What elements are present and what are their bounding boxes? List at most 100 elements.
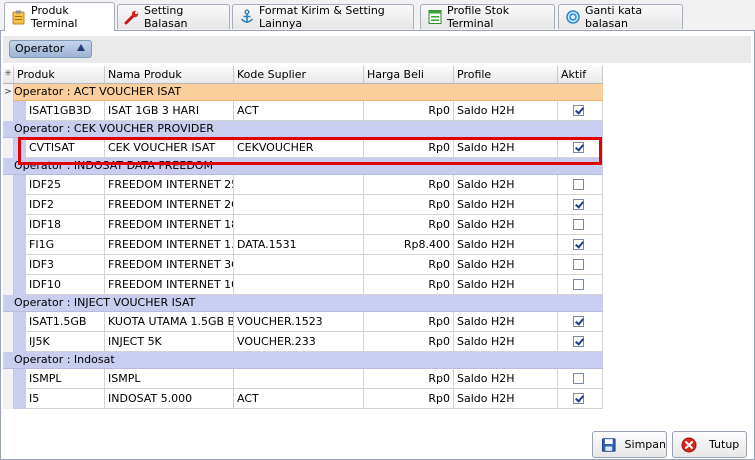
table-row[interactable]: FI1GFREEDOM INTERNET 1.5GBDATA.1531Rp8.4… (3, 235, 603, 255)
table-row[interactable]: IJ5K INJECT 5K VOUCHER.233 Rp0 Saldo H2H (3, 332, 603, 352)
row-indicator[interactable] (3, 312, 14, 332)
tab-ganti-kata-balasan[interactable]: Ganti kata balasan (558, 4, 683, 30)
cell-profile[interactable]: Saldo H2H (454, 389, 558, 409)
cell-harga-beli[interactable]: Rp0 (364, 255, 454, 275)
cell-harga-beli[interactable]: Rp0 (364, 101, 454, 121)
cell-profile[interactable]: Saldo H2H (454, 101, 558, 121)
aktif-checkbox[interactable] (573, 259, 584, 270)
cell-nama-produk[interactable]: ISAT 1GB 3 HARI (105, 101, 234, 121)
cell-kode-suplier[interactable]: VOUCHER.233 (234, 332, 364, 352)
aktif-checkbox[interactable] (573, 279, 584, 290)
aktif-checkbox[interactable] (573, 393, 584, 404)
table-row[interactable]: IDF18FREEDOM INTERNET 18GB Rp0Saldo H2H (3, 215, 603, 235)
cell-produk[interactable]: FI1G (26, 235, 105, 255)
cell-kode-suplier[interactable] (234, 255, 364, 275)
row-indicator[interactable] (3, 389, 14, 409)
table-row[interactable]: I5 INDOSAT 5.000 ACT Rp0 Saldo H2H (3, 389, 603, 409)
table-row[interactable]: IDF2 FREEDOM INTERNET 2GB Rp0 Saldo H2H (3, 195, 603, 215)
cell-kode-suplier[interactable] (234, 369, 364, 389)
row-indicator[interactable] (3, 101, 14, 121)
column-header-profile[interactable]: Profile (454, 66, 558, 84)
cell-nama-produk[interactable]: KUOTA UTAMA 1.5GB BERLAKU (105, 312, 234, 332)
cell-harga-beli[interactable]: Rp0 (364, 195, 454, 215)
column-header-kode-suplier[interactable]: Kode Suplier (234, 66, 364, 84)
cell-nama-produk[interactable]: FREEDOM INTERNET 25GB (105, 175, 234, 195)
cell-produk[interactable]: ISAT1.5GB (26, 312, 105, 332)
row-indicator[interactable] (3, 195, 14, 215)
group-by-operator-button[interactable]: Operator (9, 40, 92, 58)
group-header-row[interactable]: Operator : CEK VOUCHER PROVIDER (3, 121, 603, 138)
cell-profile[interactable]: Saldo H2H (454, 255, 558, 275)
tab-produk-terminal[interactable]: Produk Terminal (4, 2, 115, 31)
tab-format-kirim[interactable]: Format Kirim & Setting Lainnya (232, 4, 414, 30)
row-indicator[interactable] (3, 215, 14, 235)
aktif-checkbox[interactable] (573, 316, 584, 327)
cell-harga-beli[interactable]: Rp0 (364, 312, 454, 332)
cell-produk[interactable]: I5 (26, 389, 105, 409)
cell-nama-produk[interactable]: FREEDOM INTERNET 1.5GB (105, 235, 234, 255)
simpan-button[interactable]: Simpan (592, 431, 667, 458)
cell-produk[interactable]: IJ5K (26, 332, 105, 352)
cell-kode-suplier[interactable] (234, 215, 364, 235)
cell-nama-produk[interactable]: INJECT 5K (105, 332, 234, 352)
cell-produk[interactable]: IDF25 (26, 175, 105, 195)
cell-kode-suplier[interactable]: DATA.1531 (234, 235, 364, 255)
cell-produk[interactable]: IDF2 (26, 195, 105, 215)
aktif-checkbox[interactable] (573, 373, 584, 384)
cell-profile[interactable]: Saldo H2H (454, 312, 558, 332)
row-indicator[interactable] (3, 255, 14, 275)
cell-kode-suplier[interactable]: VOUCHER.1523 (234, 312, 364, 332)
column-header-nama-produk[interactable]: Nama Produk (105, 66, 234, 84)
row-indicator[interactable] (3, 332, 14, 352)
cell-harga-beli[interactable]: Rp0 (364, 275, 454, 295)
table-row[interactable]: ISAT1.5GBKUOTA UTAMA 1.5GB BERLAKUVOUCHE… (3, 312, 603, 332)
row-indicator[interactable] (3, 275, 14, 295)
cell-kode-suplier[interactable]: ACT (234, 389, 364, 409)
cell-harga-beli[interactable]: Rp8.400 (364, 235, 454, 255)
group-header-row[interactable]: Operator : Indosat (3, 352, 603, 369)
row-indicator[interactable] (3, 175, 14, 195)
tutup-button[interactable]: Tutup (672, 431, 747, 458)
aktif-checkbox[interactable] (573, 336, 584, 347)
row-indicator[interactable] (3, 235, 14, 255)
cell-profile[interactable]: Saldo H2H (454, 195, 558, 215)
cell-harga-beli[interactable]: Rp0 (364, 332, 454, 352)
row-indicator[interactable] (3, 138, 14, 158)
cell-nama-produk[interactable]: FREEDOM INTERNET 10GB (105, 275, 234, 295)
aktif-checkbox[interactable] (573, 219, 584, 230)
table-row[interactable]: IDF10FREEDOM INTERNET 10GB Rp0Saldo H2H (3, 275, 603, 295)
cell-profile[interactable]: Saldo H2H (454, 175, 558, 195)
cell-harga-beli[interactable]: Rp0 (364, 215, 454, 235)
group-header-row[interactable]: Operator : ACT VOUCHER ISAT (3, 84, 603, 101)
cell-nama-produk[interactable]: FREEDOM INTERNET 18GB (105, 215, 234, 235)
cell-nama-produk[interactable]: FREEDOM INTERNET 3GB (105, 255, 234, 275)
cell-kode-suplier[interactable] (234, 275, 364, 295)
cell-nama-produk[interactable]: INDOSAT 5.000 (105, 389, 234, 409)
cell-produk[interactable]: IDF3 (26, 255, 105, 275)
cell-kode-suplier[interactable] (234, 195, 364, 215)
row-indicator[interactable] (3, 369, 14, 389)
cell-nama-produk[interactable]: ISMPL (105, 369, 234, 389)
aktif-checkbox[interactable] (573, 179, 584, 190)
cell-kode-suplier[interactable]: ACT (234, 101, 364, 121)
column-header-aktif[interactable]: Aktif (558, 66, 603, 84)
cell-produk[interactable]: ISAT1GB3D (26, 101, 105, 121)
table-row[interactable]: IDF25FREEDOM INTERNET 25GB Rp0Saldo H2H (3, 175, 603, 195)
cell-produk[interactable]: IDF18 (26, 215, 105, 235)
column-header-produk[interactable]: Produk (14, 66, 105, 84)
cell-harga-beli[interactable]: Rp0 (364, 389, 454, 409)
cell-profile[interactable]: Saldo H2H (454, 215, 558, 235)
aktif-checkbox[interactable] (573, 199, 584, 210)
aktif-checkbox[interactable] (573, 239, 584, 250)
cell-nama-produk[interactable]: FREEDOM INTERNET 2GB (105, 195, 234, 215)
cell-profile[interactable]: Saldo H2H (454, 332, 558, 352)
table-row[interactable]: IDF3 FREEDOM INTERNET 3GB Rp0 Saldo H2H (3, 255, 603, 275)
table-row[interactable]: ISAT1GB3D ISAT 1GB 3 HARI ACT Rp0 Saldo H2H (3, 101, 603, 121)
aktif-checkbox[interactable] (573, 105, 584, 116)
column-header-harga-beli[interactable]: Harga Beli (364, 66, 454, 84)
cell-kode-suplier[interactable] (234, 175, 364, 195)
tab-profile-stok[interactable]: Profile Stok Terminal (420, 4, 555, 30)
tab-setting-balasan[interactable]: Setting Balasan (117, 4, 230, 30)
cell-profile[interactable]: Saldo H2H (454, 235, 558, 255)
cell-produk[interactable]: IDF10 (26, 275, 105, 295)
